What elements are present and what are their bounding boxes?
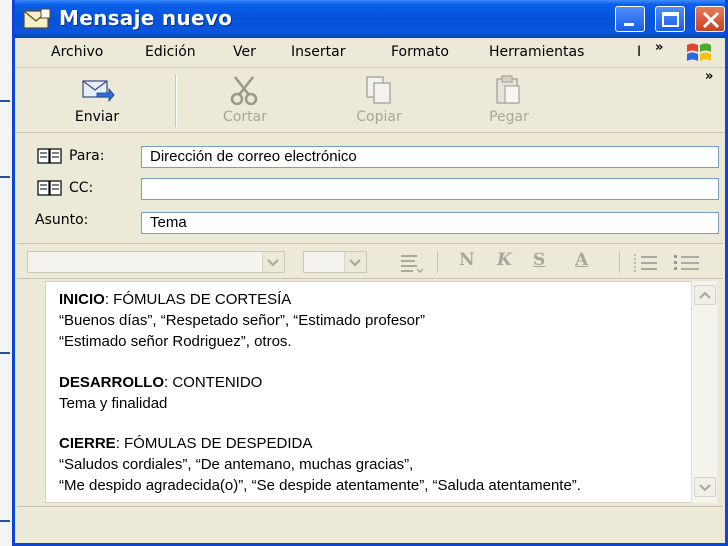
toolbar-separator <box>175 75 177 127</box>
subject-label: Asunto: <box>35 212 89 228</box>
send-label: Enviar <box>74 109 120 125</box>
cc-field[interactable] <box>141 178 719 200</box>
compose-window: Mensaje nuevo Archivo Edición Ver Insert… <box>12 0 728 546</box>
status-bar <box>17 506 723 542</box>
maximize-button[interactable] <box>655 6 685 32</box>
cc-label: CC: <box>69 180 94 196</box>
to-field[interactable]: Dirección de correo electrónico <box>141 146 719 168</box>
bold-button[interactable]: N <box>459 250 475 270</box>
paste-label: Pegar <box>489 109 529 125</box>
to-label: Para: <box>69 148 105 164</box>
maximize-icon <box>662 12 679 27</box>
font-name-select[interactable] <box>27 251 285 273</box>
body-line: “Me despido agradecida(o)”, “Se despide … <box>59 477 581 494</box>
bullet-list-icon[interactable] <box>673 252 701 274</box>
formatting-toolbar: N K S A <box>17 243 723 279</box>
menu-truncated[interactable]: I <box>637 44 641 60</box>
subject-field[interactable]: Tema <box>141 212 719 234</box>
envelope-icon <box>23 8 51 29</box>
windows-logo-icon <box>687 43 711 61</box>
vertical-scrollbar[interactable] <box>691 281 717 503</box>
title-bar[interactable]: Mensaje nuevo <box>15 0 725 38</box>
body-line: “Estimado señor Rodriguez”, otros. <box>59 333 292 350</box>
toolbar: » Enviar Cortar Copiar Pegar <box>15 69 725 133</box>
send-button[interactable]: Enviar <box>63 75 131 131</box>
cut-label: Cortar <box>223 109 267 125</box>
section-inicio-heading: INICIO: FÓMULAS DE CORTESÍA <box>59 291 292 308</box>
menu-edicion[interactable]: Edición <box>145 44 196 60</box>
close-button[interactable] <box>695 6 725 32</box>
address-book-icon[interactable] <box>37 180 63 196</box>
menu-herramientas[interactable]: Herramientas <box>489 44 584 60</box>
paragraph-style-icon[interactable] <box>399 252 425 274</box>
paste-icon <box>496 75 520 104</box>
copy-button[interactable]: Copiar <box>345 75 413 131</box>
format-separator <box>437 251 438 273</box>
menu-insertar[interactable]: Insertar <box>291 44 346 60</box>
italic-button[interactable]: K <box>497 250 512 270</box>
copy-icon <box>366 76 391 104</box>
format-separator <box>619 251 620 273</box>
section-cierre-heading: CIERRE: FÓMULAS DE DESPEDIDA <box>59 435 313 452</box>
scroll-down-button[interactable] <box>694 477 716 497</box>
window-title: Mensaje nuevo <box>59 6 233 30</box>
toolbar-overflow-chevron[interactable]: » <box>705 69 713 84</box>
underline-button[interactable]: S <box>533 250 545 270</box>
section-desarrollo-heading: DESARROLLO: CONTENIDO <box>59 374 263 391</box>
paste-button[interactable]: Pegar <box>475 75 543 131</box>
chevron-down-icon <box>699 484 711 492</box>
scroll-up-button[interactable] <box>694 285 716 305</box>
message-header: Para: Dirección de correo electrónico CC… <box>15 136 725 240</box>
numbered-list-icon[interactable] <box>633 252 659 274</box>
menu-formato[interactable]: Formato <box>391 44 449 60</box>
send-icon <box>82 80 115 103</box>
minimize-button[interactable] <box>615 6 645 32</box>
minimize-icon <box>624 23 634 26</box>
close-icon <box>702 11 720 29</box>
scissors-icon <box>230 76 258 105</box>
address-book-icon[interactable] <box>37 148 63 164</box>
body-line: “Saludos cordiales”, “De antemano, mucha… <box>59 456 414 473</box>
copy-label: Copiar <box>356 109 402 125</box>
body-line: Tema y finalidad <box>59 395 168 412</box>
menu-archivo[interactable]: Archivo <box>51 44 103 60</box>
font-size-select[interactable] <box>303 251 367 273</box>
chevron-up-icon <box>699 291 711 299</box>
menu-overflow-chevron[interactable]: » <box>655 40 663 55</box>
font-color-button[interactable]: A <box>575 250 588 270</box>
cut-button[interactable]: Cortar <box>211 75 279 131</box>
menu-ver[interactable]: Ver <box>233 44 256 60</box>
chevron-down-icon <box>344 252 366 272</box>
menu-bar: Archivo Edición Ver Insertar Formato Her… <box>15 38 725 68</box>
body-line: “Buenos días”, “Respetado señor”, “Estim… <box>59 312 425 329</box>
chevron-down-icon <box>262 252 284 272</box>
